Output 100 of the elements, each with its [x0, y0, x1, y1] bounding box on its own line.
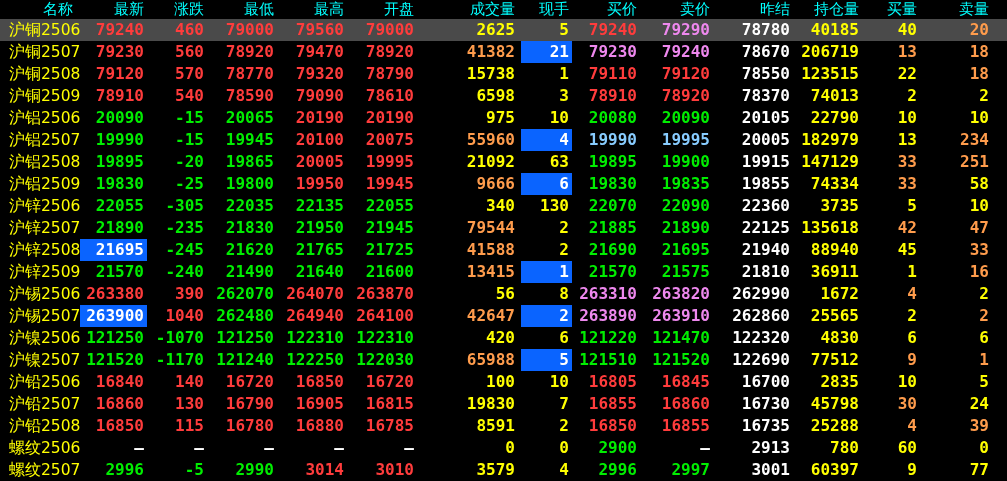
table-cell: 20005 [741, 130, 790, 149]
table-cell: 3014 [305, 460, 344, 479]
table-cell: 3 [559, 86, 569, 105]
table-cell: 19990 [588, 130, 637, 149]
table-cell: 33 [969, 240, 989, 259]
column-header[interactable]: 卖价 [640, 0, 713, 19]
column-header[interactable]: 昨结 [713, 0, 793, 19]
table-cell: 20190 [365, 108, 414, 127]
table-cell: 21490 [225, 262, 274, 281]
table-cell: 78610 [365, 86, 414, 105]
table-cell: 55960 [466, 130, 515, 149]
column-header[interactable]: 涨跌 [147, 0, 207, 19]
table-cell: 60397 [810, 460, 859, 479]
table-cell: 21940 [741, 240, 790, 259]
table-cell: 21725 [365, 240, 414, 259]
table-cell: 78780 [741, 20, 790, 39]
table-cell: 22135 [295, 196, 344, 215]
table-cell: 3735 [820, 196, 859, 215]
table-cell: 79000 [365, 20, 414, 39]
table-cell: 16880 [295, 416, 344, 435]
table-cell: 78920 [661, 86, 710, 105]
table-cell: 19830 [95, 174, 144, 193]
table-cell: 19855 [741, 174, 790, 193]
contract-name[interactable]: 沪铜2507 [0, 41, 77, 63]
table-cell: 6 [907, 328, 917, 347]
table-cell: 420 [486, 328, 515, 347]
table-cell: 45 [897, 240, 917, 259]
table-cell: 16805 [588, 372, 637, 391]
table-cell: -305 [165, 196, 204, 215]
table-cell: 2625 [476, 20, 515, 39]
table-cell: 78790 [365, 64, 414, 83]
column-header[interactable]: 成交量 [417, 0, 518, 19]
table-cell: 2 [979, 306, 989, 325]
table-cell: 79230 [588, 42, 637, 61]
column-header[interactable]: 最高 [277, 0, 347, 19]
contract-name[interactable]: 沪铅2507 [0, 393, 77, 415]
table-cell: 22790 [810, 108, 859, 127]
contract-name[interactable]: 沪锡2507 [0, 305, 77, 327]
table-cell: 121250 [216, 328, 274, 347]
column-header[interactable]: 名称 [0, 0, 77, 19]
table-cell: 78670 [741, 42, 790, 61]
table-cell: 20065 [225, 108, 274, 127]
table-cell: 16785 [365, 416, 414, 435]
table-cell: 4830 [820, 328, 859, 347]
table-cell: 2 [907, 306, 917, 325]
table-cell: 460 [175, 20, 204, 39]
table-cell: 77512 [810, 350, 859, 369]
table-cell: 13 [897, 130, 917, 149]
table-cell: 2 [559, 240, 569, 259]
table-cell: 22070 [588, 196, 637, 215]
table-cell: 78550 [741, 64, 790, 83]
column-header[interactable]: 最低 [207, 0, 277, 19]
table-cell: 19835 [661, 174, 710, 193]
table-cell: -15 [175, 108, 204, 127]
column-header[interactable]: 持仓量 [793, 0, 862, 19]
table-cell: 21810 [741, 262, 790, 281]
table-cell: 30 [897, 394, 917, 413]
selected-row[interactable]: 沪铜2506 79240 460 79000 79560 79000 2625 5 79240 79290 78780 40185 40 20 [0, 19, 1007, 41]
table-cell: 21945 [365, 218, 414, 237]
table-cell: — [264, 438, 274, 457]
table-cell: 20190 [295, 108, 344, 127]
table-cell: 4 [559, 460, 569, 479]
table-cell: 21690 [588, 240, 637, 259]
table-cell: -245 [165, 240, 204, 259]
contract-name[interactable]: 沪锌2507 [0, 217, 77, 239]
table-cell: 79120 [661, 64, 710, 83]
table-cell: 19865 [225, 152, 274, 171]
table-cell: 6598 [476, 86, 515, 105]
table-cell: 122320 [732, 328, 790, 347]
table-cell: 21890 [95, 218, 144, 237]
table-cell: 79320 [295, 64, 344, 83]
table-cell: 21 [549, 42, 569, 61]
table-cell: 5 [559, 350, 569, 369]
table-cell: 121250 [86, 328, 144, 347]
table-cell: 58 [969, 174, 989, 193]
column-header[interactable]: 开盘 [347, 0, 417, 19]
contract-name[interactable]: 沪镍2507 [0, 349, 77, 371]
table-cell: 41382 [466, 42, 515, 61]
contract-name[interactable]: 沪铝2507 [0, 129, 77, 151]
column-header[interactable]: 最新 [77, 0, 147, 19]
table-cell: — [134, 438, 144, 457]
table-cell: 3001 [751, 460, 790, 479]
table-cell: 6 [559, 328, 569, 347]
table-cell: 21830 [225, 218, 274, 237]
table-cell: 122310 [286, 328, 344, 347]
table-cell: 74013 [810, 86, 859, 105]
table-cell: 16860 [95, 394, 144, 413]
table-cell: 147129 [801, 152, 859, 171]
table-cell: 16860 [661, 394, 710, 413]
column-header[interactable]: 买量 [862, 0, 920, 19]
table-cell: 4 [559, 130, 569, 149]
table-cell: 2900 [598, 438, 637, 457]
table-cell: 19945 [365, 174, 414, 193]
column-header[interactable]: 卖量 [920, 0, 992, 19]
column-header[interactable]: 买价 [572, 0, 640, 19]
table-cell: 2997 [671, 460, 710, 479]
column-header[interactable]: 现手 [518, 0, 572, 19]
table-cell: 79240 [588, 20, 637, 39]
contract-name[interactable]: 螺纹2507 [0, 459, 77, 481]
table-cell: — [334, 438, 344, 457]
